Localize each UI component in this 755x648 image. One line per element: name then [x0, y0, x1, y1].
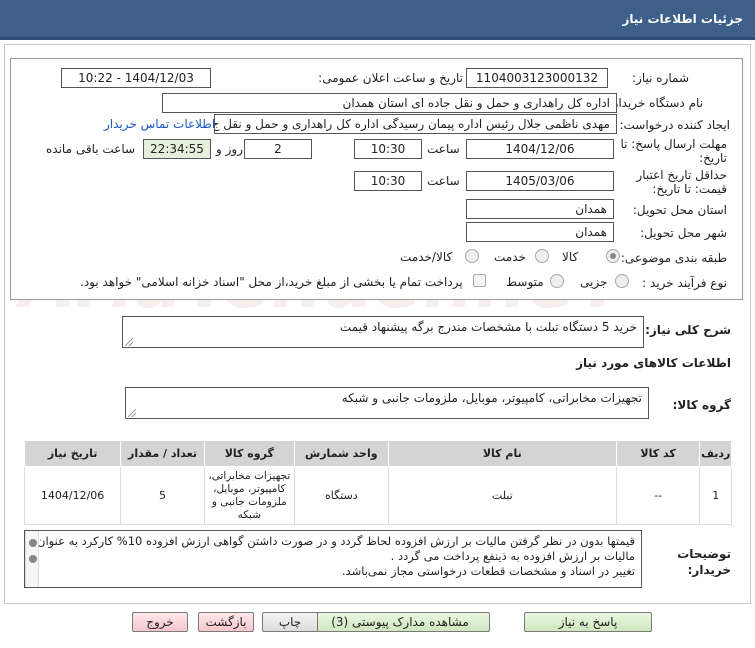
- treasury-checkbox[interactable]: [473, 274, 486, 287]
- notes-label: توضیحات خریدار:: [677, 547, 731, 577]
- process-radio-minor[interactable]: [615, 274, 629, 288]
- process-label: نوع فرآیند خرید :: [642, 276, 727, 290]
- table-row[interactable]: 1 -- تبلت دستگاه تجهیزات مخابراتی، کامپی…: [23, 466, 732, 525]
- validity-label: حداقل تاریخ اعتبار قیمت: تا تاریخ:: [636, 168, 727, 196]
- city-label: شهر محل تحویل:: [640, 226, 727, 240]
- need-number-field: 1104003123000132: [466, 68, 608, 88]
- creator-label: ایجاد کننده درخواست:: [619, 118, 730, 132]
- cell-group: تجهیزات مخابراتی، کامپیوتر، موبایل، ملزو…: [203, 466, 295, 525]
- notes-line-3: تغییر در اسناد و مشخصات قطعات درخواستی م…: [341, 564, 635, 578]
- category-radio-both[interactable]: [465, 249, 479, 263]
- deadline-label: مهلت ارسال پاسخ: تا تاریخ:: [620, 137, 727, 165]
- remaining-time-field: 22:34:55: [143, 139, 211, 159]
- cell-date: 1404/12/06: [23, 466, 122, 525]
- need-number-label: شماره نیاز:: [632, 71, 689, 85]
- goods-group-label: گروه کالا:: [672, 398, 731, 412]
- remaining-label: ساعت باقی مانده: [46, 142, 136, 156]
- category-option-service: خدمت: [494, 250, 526, 264]
- days-field: 2: [244, 139, 312, 159]
- col-code: کد کالا: [615, 440, 701, 467]
- cell-unit: دستگاه: [293, 466, 389, 525]
- col-date: تاریخ نیاز: [23, 440, 122, 467]
- validity-date-field: 1405/03/06: [466, 171, 614, 191]
- treasury-note: پرداخت تمام یا بخشی از مبلغ خرید،از محل …: [80, 275, 463, 289]
- city-field: همدان: [466, 222, 614, 242]
- validity-time-label: ساعت: [427, 174, 460, 188]
- category-option-goods: کالا: [562, 250, 579, 264]
- col-name: نام کالا: [387, 440, 617, 467]
- back-button[interactable]: بازگشت: [198, 612, 254, 632]
- exit-button[interactable]: خروج: [132, 612, 188, 632]
- resize-handle[interactable]: [125, 338, 133, 346]
- category-option-both: کالا/خدمت: [400, 250, 453, 264]
- resize-handle[interactable]: [128, 409, 136, 417]
- goods-group-textbox: تجهیزات مخابراتی، کامپیوتر، موبایل، ملزو…: [125, 387, 649, 419]
- notes-textbox: قیمتها بدون در نظر گرفتن مالیات بر ارزش …: [24, 530, 642, 588]
- title-bar: جزئیات اطلاعات نیاز: [0, 0, 755, 40]
- print-button[interactable]: چاپ: [262, 612, 318, 632]
- items-table: ردیف کد کالا نام کالا واحد شمارش گروه کا…: [23, 440, 732, 525]
- buyer-contact-link[interactable]: اطلاعات تماس خریدار: [104, 117, 215, 131]
- category-label: طبقه بندی موضوعی:: [620, 251, 727, 265]
- col-qty: تعداد / مقدار: [120, 440, 205, 467]
- goods-info-title: اطلاعات کالاهای مورد نیاز: [576, 356, 731, 370]
- cell-qty: 5: [120, 466, 205, 525]
- process-radio-medium[interactable]: [550, 274, 564, 288]
- col-row: ردیف: [699, 440, 732, 467]
- creator-field: مهدی ناظمی جلال رئیس اداره پیمان رسیدگی …: [214, 114, 617, 134]
- notes-line-2: مالیات بر ارزش افزوده به ذینفع پرداخت می…: [390, 549, 635, 563]
- deadline-time-field: 10:30: [354, 139, 422, 159]
- announce-label: تاریخ و ساعت اعلان عمومی:: [318, 71, 463, 85]
- summary-textbox: خرید 5 دستگاه تبلت با مشخصات مندرج برگه …: [122, 316, 644, 348]
- days-label: روز و: [216, 142, 243, 156]
- summary-text: خرید 5 دستگاه تبلت با مشخصات مندرج برگه …: [339, 320, 637, 334]
- deadline-date-field: 1404/12/06: [466, 139, 614, 159]
- notes-scrollbar[interactable]: [25, 531, 39, 587]
- category-radio-goods[interactable]: [606, 249, 620, 263]
- summary-label: شرح کلی نیاز:: [645, 323, 731, 337]
- cell-name: تبلت: [387, 466, 617, 525]
- province-label: استان محل تحویل:: [632, 203, 727, 217]
- scroll-up-icon[interactable]: [29, 539, 37, 547]
- buyer-field: اداره کل راهداری و حمل و نقل جاده ای است…: [162, 93, 617, 113]
- view-attachments-button[interactable]: مشاهده مدارک پیوستی (3): [310, 612, 490, 632]
- notes-line-1: قیمتها بدون در نظر گرفتن مالیات بر ارزش …: [37, 534, 635, 548]
- process-option-minor: جزیی: [580, 275, 608, 289]
- cell-row: 1: [699, 466, 732, 525]
- province-field: همدان: [466, 199, 614, 219]
- page-title: جزئیات اطلاعات نیاز: [622, 12, 743, 26]
- goods-group-text: تجهیزات مخابراتی، کامپیوتر، موبایل، ملزو…: [341, 391, 642, 405]
- announce-field: 1404/12/03 - 10:22: [61, 68, 211, 88]
- col-group: گروه کالا: [203, 440, 295, 467]
- table-header-row: ردیف کد کالا نام کالا واحد شمارش گروه کا…: [23, 440, 732, 467]
- validity-time-field: 10:30: [354, 171, 422, 191]
- buyer-label: نام دستگاه خریدار:: [608, 96, 704, 110]
- reply-button[interactable]: پاسخ به نیاز: [524, 612, 652, 632]
- col-unit: واحد شمارش: [293, 440, 389, 467]
- process-option-medium: متوسط: [506, 275, 544, 289]
- deadline-time-label: ساعت: [427, 142, 460, 156]
- category-radio-service[interactable]: [535, 249, 549, 263]
- cell-code: --: [615, 466, 701, 525]
- scroll-thumb-icon[interactable]: [29, 555, 37, 563]
